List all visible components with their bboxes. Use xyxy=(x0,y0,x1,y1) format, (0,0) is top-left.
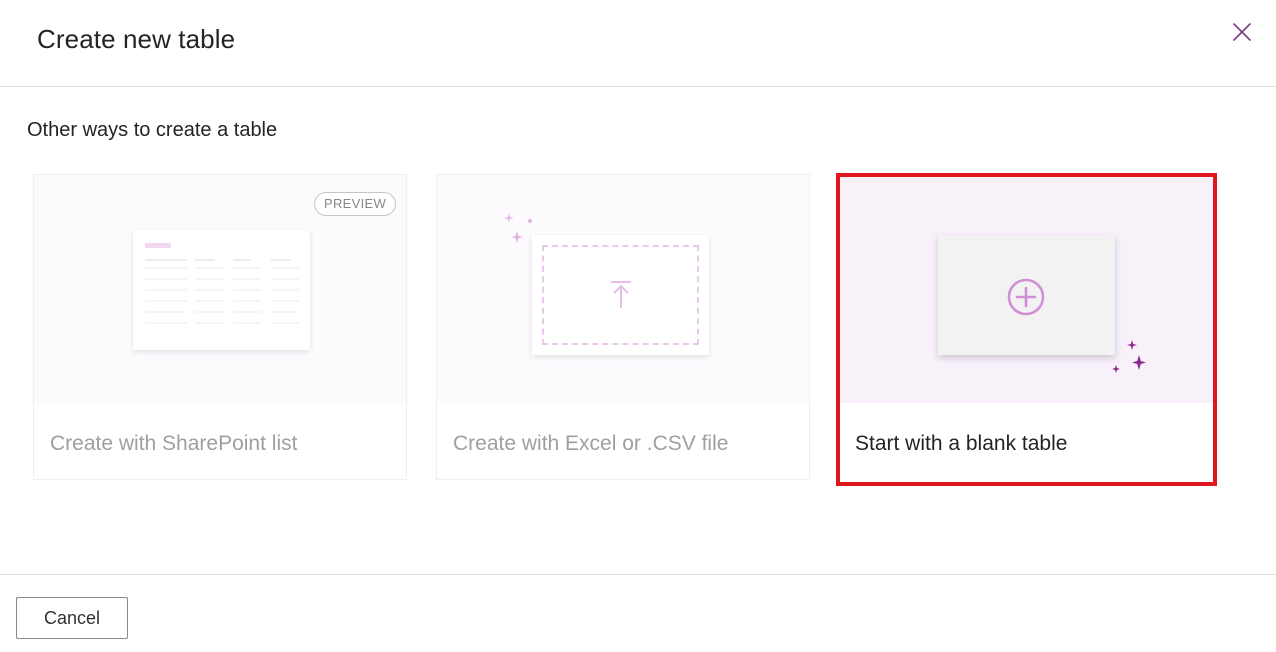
excel-csv-card[interactable]: Create with Excel or .CSV file xyxy=(436,174,810,480)
blank-table-label: Start with a blank table xyxy=(855,432,1068,455)
create-table-dialog: Create new table Other ways to create a … xyxy=(0,0,1276,652)
sparkle-icon xyxy=(1112,340,1146,373)
close-icon[interactable] xyxy=(1228,18,1256,46)
excel-csv-label: Create with Excel or .CSV file xyxy=(453,432,729,455)
list-table-illustration: PREVIEW xyxy=(34,175,406,403)
upload-arrow-icon xyxy=(611,281,631,308)
preview-badge: PREVIEW xyxy=(314,192,397,216)
blank-table-card[interactable]: Start with a blank table xyxy=(836,173,1217,486)
add-circle-icon xyxy=(1007,278,1045,316)
upload-sheet xyxy=(532,235,709,355)
cancel-button[interactable]: Cancel xyxy=(16,597,128,639)
sharepoint-list-card[interactable]: PREVIEW Create with SharePoint list xyxy=(33,174,407,480)
blank-table-illustration xyxy=(840,177,1213,403)
dialog-footer: Cancel xyxy=(0,574,1276,652)
section-heading: Other ways to create a table xyxy=(27,119,278,141)
upload-file-illustration xyxy=(437,175,809,403)
list-sheet xyxy=(133,230,310,350)
dialog-header: Create new table xyxy=(0,0,1276,87)
blank-sheet xyxy=(938,235,1115,355)
sharepoint-list-label: Create with SharePoint list xyxy=(50,432,298,455)
dialog-title: Create new table xyxy=(37,24,236,54)
